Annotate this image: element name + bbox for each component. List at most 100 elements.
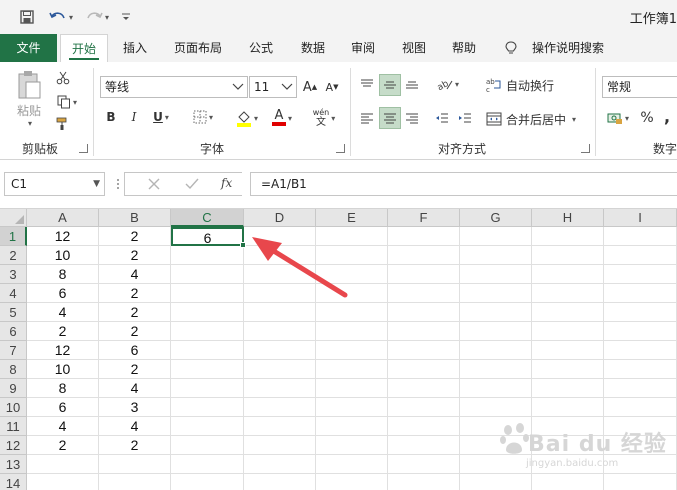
cell-b2[interactable]: 2 (99, 246, 171, 265)
cell-a7[interactable]: 12 (27, 341, 99, 360)
font-launcher-icon[interactable] (336, 144, 345, 153)
orientation-button[interactable]: ab ▾ (432, 74, 464, 94)
row-header-7[interactable]: 7 (0, 341, 27, 360)
cell-g5[interactable] (460, 303, 532, 322)
insert-function-icon[interactable]: fx (221, 176, 232, 190)
cell-e3[interactable] (316, 265, 388, 284)
underline-button[interactable]: U ▾ (146, 107, 176, 127)
cell-f7[interactable] (388, 341, 460, 360)
cell-a9[interactable]: 8 (27, 379, 99, 398)
cell-f4[interactable] (388, 284, 460, 303)
cell-d7[interactable] (244, 341, 316, 360)
align-left-button[interactable] (357, 108, 377, 128)
cell-a2[interactable]: 10 (27, 246, 99, 265)
cell-e10[interactable] (316, 398, 388, 417)
cell-c1[interactable]: 6 (171, 227, 244, 246)
cell-c7[interactable] (171, 341, 244, 360)
cell-i8[interactable] (604, 360, 677, 379)
cell-d14[interactable] (244, 474, 316, 490)
name-box[interactable]: C1 ▼ (4, 172, 105, 196)
align-top-button[interactable] (357, 74, 377, 94)
cell-c9[interactable] (171, 379, 244, 398)
save-icon[interactable] (16, 6, 38, 28)
row-header-6[interactable]: 6 (0, 322, 27, 341)
cell-a6[interactable]: 2 (27, 322, 99, 341)
cancel-icon[interactable] (147, 177, 161, 194)
cell-d1[interactable] (244, 227, 316, 246)
cell-h3[interactable] (532, 265, 604, 284)
align-center-button[interactable] (379, 107, 401, 129)
cell-f1[interactable] (388, 227, 460, 246)
column-header-d[interactable]: D (244, 209, 316, 227)
cell-g3[interactable] (460, 265, 532, 284)
cell-h1[interactable] (532, 227, 604, 246)
cell-e9[interactable] (316, 379, 388, 398)
cell-e4[interactable] (316, 284, 388, 303)
column-header-h[interactable]: H (532, 209, 604, 227)
cell-e7[interactable] (316, 341, 388, 360)
cell-e2[interactable] (316, 246, 388, 265)
shrink-font-button[interactable]: A ▼ (322, 77, 342, 97)
redo-dropdown-icon[interactable]: ▾ (105, 13, 109, 22)
row-header-5[interactable]: 5 (0, 303, 27, 322)
tab-review[interactable]: 审阅 (342, 34, 384, 62)
cell-h2[interactable] (532, 246, 604, 265)
cell-a4[interactable]: 6 (27, 284, 99, 303)
splitter-handle-icon[interactable] (116, 176, 120, 192)
wrap-text-button[interactable]: ab c 自动换行 (486, 74, 560, 96)
cell-g6[interactable] (460, 322, 532, 341)
cell-h8[interactable] (532, 360, 604, 379)
cell-e14[interactable] (316, 474, 388, 490)
row-header-11[interactable]: 11 (0, 417, 27, 436)
cell-a3[interactable]: 8 (27, 265, 99, 284)
cell-f13[interactable] (388, 455, 460, 474)
column-header-b[interactable]: B (99, 209, 171, 227)
cell-g10[interactable] (460, 398, 532, 417)
align-right-button[interactable] (402, 108, 422, 128)
cell-g9[interactable] (460, 379, 532, 398)
number-format-combo[interactable]: 常规 (602, 76, 677, 98)
cell-i7[interactable] (604, 341, 677, 360)
row-header-2[interactable]: 2 (0, 246, 27, 265)
cell-b12[interactable]: 2 (99, 436, 171, 455)
font-size-combo[interactable]: 11 (249, 76, 297, 98)
cell-h10[interactable] (532, 398, 604, 417)
cell-c13[interactable] (171, 455, 244, 474)
cell-g1[interactable] (460, 227, 532, 246)
italic-button[interactable]: I (124, 107, 144, 127)
cell-b9[interactable]: 4 (99, 379, 171, 398)
cell-a13[interactable] (27, 455, 99, 474)
font-name-combo[interactable]: 等线 (100, 76, 248, 98)
cell-i4[interactable] (604, 284, 677, 303)
cell-h6[interactable] (532, 322, 604, 341)
cell-e1[interactable] (316, 227, 388, 246)
comma-style-button[interactable]: , (658, 106, 676, 126)
font-color-button[interactable]: A ▾ (266, 107, 298, 129)
cell-d11[interactable] (244, 417, 316, 436)
cell-e6[interactable] (316, 322, 388, 341)
copy-icon[interactable]: ▾ (52, 92, 82, 112)
row-header-10[interactable]: 10 (0, 398, 27, 417)
cell-c6[interactable] (171, 322, 244, 341)
format-painter-icon[interactable] (52, 114, 74, 134)
cell-d10[interactable] (244, 398, 316, 417)
cell-a10[interactable]: 6 (27, 398, 99, 417)
increase-indent-button[interactable] (455, 108, 475, 128)
cell-f11[interactable] (388, 417, 460, 436)
cell-f12[interactable] (388, 436, 460, 455)
align-middle-button[interactable] (379, 74, 401, 96)
qat-customize-icon[interactable] (118, 6, 134, 28)
row-header-13[interactable]: 13 (0, 455, 27, 474)
cell-g8[interactable] (460, 360, 532, 379)
cell-b1[interactable]: 2 (99, 227, 171, 246)
row-header-4[interactable]: 4 (0, 284, 27, 303)
cell-i2[interactable] (604, 246, 677, 265)
column-header-c[interactable]: C (171, 209, 244, 227)
cell-c3[interactable] (171, 265, 244, 284)
tab-insert[interactable]: 插入 (114, 34, 156, 62)
cell-d3[interactable] (244, 265, 316, 284)
cell-h7[interactable] (532, 341, 604, 360)
cell-b7[interactable]: 6 (99, 341, 171, 360)
cell-a1[interactable]: 12 (27, 227, 99, 246)
cell-d6[interactable] (244, 322, 316, 341)
